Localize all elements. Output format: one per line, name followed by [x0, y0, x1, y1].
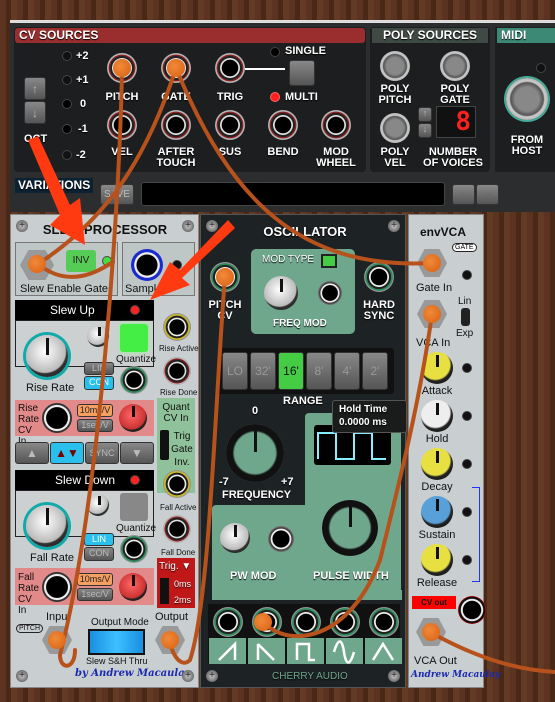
- patch-cables: [28, 66, 555, 674]
- cable-plug: [423, 254, 441, 272]
- cable-plug: [161, 631, 179, 649]
- cable-plug: [113, 59, 131, 77]
- cable-saw-to-vca-in: [261, 312, 434, 639]
- arrow-icon: [28, 136, 85, 245]
- cable-plug: [216, 268, 234, 286]
- cable-vca-out: [428, 630, 555, 674]
- cable-plug: [254, 613, 272, 631]
- cable-pitch-to-slew-input: [57, 66, 124, 668]
- cable-gate-to-slew-enable: [34, 66, 178, 279]
- cable-plug: [422, 623, 440, 641]
- cable-plug: [28, 255, 46, 273]
- cable-plug: [167, 59, 185, 77]
- cable-plug: [423, 305, 441, 323]
- cable-plug: [48, 631, 66, 649]
- cable-gate-to-envvca-gate: [174, 66, 434, 266]
- cable-slew-output-to-pitch-cv: [168, 275, 227, 665]
